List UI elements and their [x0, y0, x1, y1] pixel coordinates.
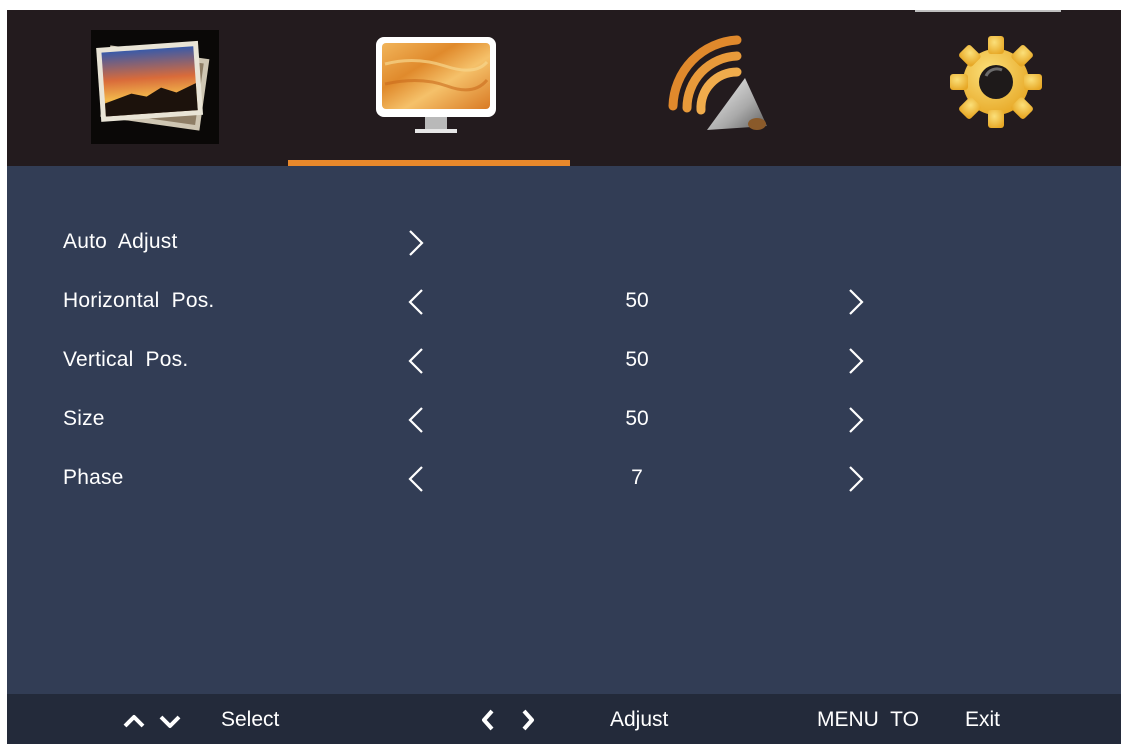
- menu-item-vertical-pos[interactable]: Vertical Pos. 50: [7, 340, 1121, 380]
- key-hint-bar: Select Adjust MENU TO Exit: [7, 694, 1121, 744]
- tab-source[interactable]: [569, 10, 850, 166]
- menu-item-horizontal-pos[interactable]: Horizontal Pos. 50: [7, 281, 1121, 321]
- exit-hint: Exit: [965, 708, 1001, 731]
- chevron-left-icon[interactable]: [405, 287, 427, 317]
- chevron-right-icon[interactable]: [405, 228, 427, 258]
- menu-item-value: 50: [625, 289, 649, 312]
- signal-source-icon: [665, 30, 775, 145]
- menu-panel: Auto Adjust Horizontal Pos. 50 Vertical …: [7, 166, 1121, 694]
- menu-item-auto-adjust[interactable]: Auto Adjust: [7, 222, 1121, 262]
- tab-settings[interactable]: [850, 10, 1121, 166]
- gear-settings-icon: [946, 32, 1046, 137]
- adjust-hint: Adjust: [610, 708, 669, 731]
- chevron-left-icon[interactable]: [405, 464, 427, 494]
- chevron-right-icon[interactable]: [845, 287, 867, 317]
- menu-item-phase[interactable]: Phase 7: [7, 458, 1121, 498]
- chevron-right-icon[interactable]: [845, 464, 867, 494]
- left-right-arrows-icon: [479, 708, 537, 738]
- chevron-right-icon[interactable]: [845, 346, 867, 376]
- osd-menu: Auto Adjust Horizontal Pos. 50 Vertical …: [7, 10, 1121, 744]
- picture-icon: [91, 30, 219, 149]
- menu-item-label: Horizontal Pos.: [63, 289, 215, 312]
- menu-item-value: 7: [631, 466, 643, 489]
- chevron-left-icon[interactable]: [405, 346, 427, 376]
- menu-to-hint: MENU TO: [817, 708, 919, 731]
- up-down-arrows-icon: [121, 712, 183, 736]
- menu-item-size[interactable]: Size 50: [7, 399, 1121, 439]
- menu-item-value: 50: [625, 407, 649, 430]
- chevron-right-icon[interactable]: [845, 405, 867, 435]
- category-tab-bar: [7, 10, 1121, 166]
- menu-item-value: 50: [625, 348, 649, 371]
- display-monitor-icon: [375, 36, 497, 139]
- menu-item-label: Auto Adjust: [63, 230, 178, 253]
- tab-display[interactable]: [288, 10, 569, 166]
- menu-item-label: Size: [63, 407, 105, 430]
- menu-item-label: Vertical Pos.: [63, 348, 189, 371]
- select-hint: Select: [221, 708, 280, 731]
- chevron-left-icon[interactable]: [405, 405, 427, 435]
- tab-picture[interactable]: [7, 10, 288, 166]
- menu-item-label: Phase: [63, 466, 124, 489]
